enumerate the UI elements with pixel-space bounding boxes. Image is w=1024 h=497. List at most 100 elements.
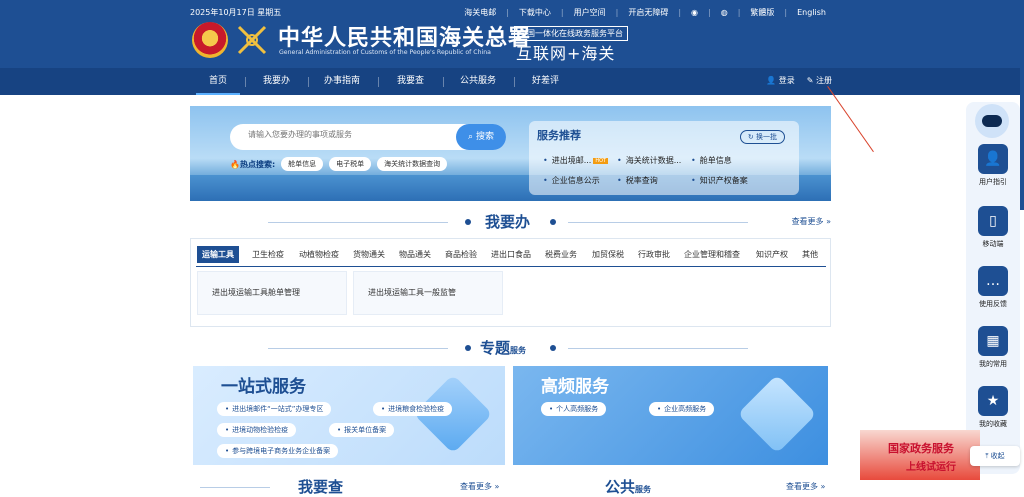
- view-more-link[interactable]: 查看更多 »: [786, 481, 825, 492]
- customs-keys-icon: [237, 25, 267, 55]
- collapse-button[interactable]: ⤒ 收起: [970, 446, 1020, 466]
- hot-badge: HOT: [593, 157, 609, 164]
- tab-health-quarantine[interactable]: 卫生检疫: [252, 249, 284, 260]
- section-dot: [465, 219, 471, 225]
- wechat-icon[interactable]: ◍: [721, 8, 728, 17]
- annotation-arrow: [827, 86, 874, 153]
- tab-goods-clearance[interactable]: 货物通关: [353, 249, 385, 260]
- recommend-item-label: 进出境邮...: [551, 156, 592, 165]
- section-title: 专题服务: [480, 337, 526, 358]
- scrollbar[interactable]: [1020, 0, 1024, 210]
- tab-transport[interactable]: 运输工具: [197, 246, 239, 263]
- tab-items-clearance[interactable]: 物品通关: [399, 249, 431, 260]
- sidebar-item-label: 用户指引: [979, 178, 1007, 186]
- topic-pill[interactable]: 个人高频服务: [541, 402, 607, 416]
- recommend-item[interactable]: 进出境邮...HOT: [543, 155, 609, 166]
- search-icon: ⌕: [468, 132, 474, 142]
- robot-assistant-icon[interactable]: [975, 104, 1009, 138]
- service-tabs-panel: 运输工具 卫生检疫 动植物检疫 货物通关 物品通关 商品检验 进出口食品 税费业…: [190, 238, 831, 327]
- separator: |: [506, 8, 509, 17]
- user-guide-icon: 👤: [978, 144, 1008, 174]
- auth-links: 👤 登录 ✎ 注册: [766, 68, 832, 95]
- one-stop-service-card[interactable]: 一站式服务 进出境邮件“一站式”办理专区 进境粮食检验检疫 进境动物检验检疫 报…: [193, 366, 505, 465]
- nav-home[interactable]: 首页: [196, 68, 240, 95]
- hot-tag[interactable]: 舱单信息: [281, 157, 324, 171]
- nav-rating[interactable]: 好差评: [532, 68, 559, 95]
- section-title-public: 公共服务: [605, 476, 651, 497]
- top-link-download[interactable]: 下载中心: [519, 7, 551, 18]
- search-input[interactable]: [248, 130, 448, 139]
- top-link-traditional[interactable]: 繁體版: [750, 7, 774, 18]
- topic-pill[interactable]: 企业高频服务: [649, 402, 715, 416]
- separator: |: [678, 8, 682, 17]
- topic-pill[interactable]: 报关单位备案: [329, 423, 395, 437]
- search-button[interactable]: ⌕ 搜索: [456, 124, 506, 150]
- topic-pill[interactable]: 进出境邮件“一站式”办理专区: [217, 402, 332, 416]
- recommend-item[interactable]: 知识产权备案: [691, 175, 748, 186]
- section-title-text: 专题: [480, 339, 511, 357]
- sidebar-item-collection[interactable]: ★ 我的收藏: [966, 386, 1020, 429]
- topic-pill[interactable]: 进境动物检验检疫: [217, 423, 297, 437]
- recommend-item[interactable]: 企业信息公示: [543, 175, 600, 186]
- topic-title: 高频服务: [541, 377, 609, 397]
- gov-service-banner[interactable]: 国家政务服务 上线试运行: [860, 430, 980, 480]
- nav-public-service[interactable]: 公共服务: [460, 68, 496, 95]
- banner-line1: 国家政务服务: [888, 442, 954, 455]
- tab-bonded[interactable]: 加贸保税: [592, 249, 624, 260]
- sidebar-item-feedback[interactable]: … 使用反馈: [966, 266, 1020, 309]
- tab-other[interactable]: 其他: [802, 249, 818, 260]
- recommend-item[interactable]: 税率查询: [617, 175, 658, 186]
- sidebar-item-label: 移动端: [982, 240, 1004, 248]
- main-nav: 首页 我要办 办事指南 我要查 公共服务 好差评 👤 登录 ✎ 注册: [0, 68, 1024, 95]
- nav-woyaoban[interactable]: 我要办: [263, 68, 290, 95]
- topic-pill[interactable]: 参与跨境电子商务业务企业备案: [217, 444, 339, 458]
- view-more-link[interactable]: 查看更多 »: [460, 481, 499, 492]
- refresh-label: 换一批: [756, 133, 777, 141]
- tab-ip[interactable]: 知识产权: [756, 249, 788, 260]
- sidebar-item-guide[interactable]: 👤 用户指引: [966, 144, 1020, 187]
- sidebar-item-label: 我的常用: [979, 360, 1007, 368]
- topic-pill[interactable]: 进境粮食检验检疫: [373, 402, 453, 416]
- chat-icon: …: [978, 266, 1008, 296]
- high-frequency-service-card[interactable]: 高频服务 个人高频服务 企业高频服务: [513, 366, 828, 465]
- recommend-item[interactable]: 舱单信息: [691, 155, 732, 166]
- section-title-text: 公共: [605, 478, 636, 496]
- grid-icon: ▦: [978, 326, 1008, 356]
- date-text: 2025年10月17日 星期五: [190, 8, 282, 17]
- register-link[interactable]: ✎ 注册: [807, 68, 832, 95]
- tab-inspection[interactable]: 商品检验: [445, 249, 477, 260]
- tab-food[interactable]: 进出口食品: [491, 249, 531, 260]
- sidebar-item-favorites-common[interactable]: ▦ 我的常用: [966, 326, 1020, 369]
- recommend-item[interactable]: 海关统计数据...: [617, 155, 682, 166]
- user-icon: 👤: [766, 76, 777, 85]
- hot-tag[interactable]: 海关统计数据查询: [377, 157, 448, 171]
- sidebar-item-mobile[interactable]: ▯ 移动端: [966, 206, 1020, 249]
- tab-enterprise[interactable]: 企业管理和稽查: [684, 249, 740, 260]
- top-link-accessibility[interactable]: 开启无障碍: [628, 7, 668, 18]
- top-link-email[interactable]: 海关电邮: [464, 7, 496, 18]
- top-link-english[interactable]: English: [797, 8, 826, 17]
- tab-tax[interactable]: 税费业务: [545, 249, 577, 260]
- nav-guide[interactable]: 办事指南: [324, 68, 360, 95]
- service-card[interactable]: 进出境运输工具舱单管理: [197, 271, 347, 315]
- service-card[interactable]: 进出境运输工具一般监管: [353, 271, 503, 315]
- separator: |: [784, 8, 788, 17]
- tab-plant-quarantine[interactable]: 动植物检疫: [299, 249, 339, 260]
- hot-search-label-text: 热点搜索:: [239, 159, 276, 169]
- nav-separator: [308, 77, 309, 87]
- weibo-icon[interactable]: ◉: [691, 8, 698, 17]
- tab-approval[interactable]: 行政审批: [638, 249, 670, 260]
- section-header-zhuanti: 专题服务: [190, 337, 831, 359]
- nav-woyaocha[interactable]: 我要查: [397, 68, 424, 95]
- refresh-button[interactable]: ↻ 换一批: [739, 130, 785, 144]
- hot-search: 🔥热点搜索: 舱单信息 电子税单 海关统计数据查询: [230, 157, 448, 171]
- section-line: [268, 222, 448, 223]
- login-link[interactable]: 👤 登录: [766, 68, 795, 95]
- top-links: 海关电邮 | 下载中心 | 用户空间 | 开启无障碍 | ◉ | ◍ | 繁體版…: [464, 7, 826, 18]
- hot-tag[interactable]: 电子税单: [329, 157, 372, 171]
- view-more-link[interactable]: 查看更多 »: [792, 216, 831, 227]
- top-header: 2025年10月17日 星期五 海关电邮 | 下载中心 | 用户空间 | 开启无…: [0, 0, 1024, 68]
- top-link-user-space[interactable]: 用户空间: [574, 7, 606, 18]
- separator: |: [708, 8, 711, 17]
- right-sidebar: 👤 用户指引 ▯ 移动端 … 使用反馈 ▦ 我的常用 ★ 我的收藏: [966, 102, 1020, 474]
